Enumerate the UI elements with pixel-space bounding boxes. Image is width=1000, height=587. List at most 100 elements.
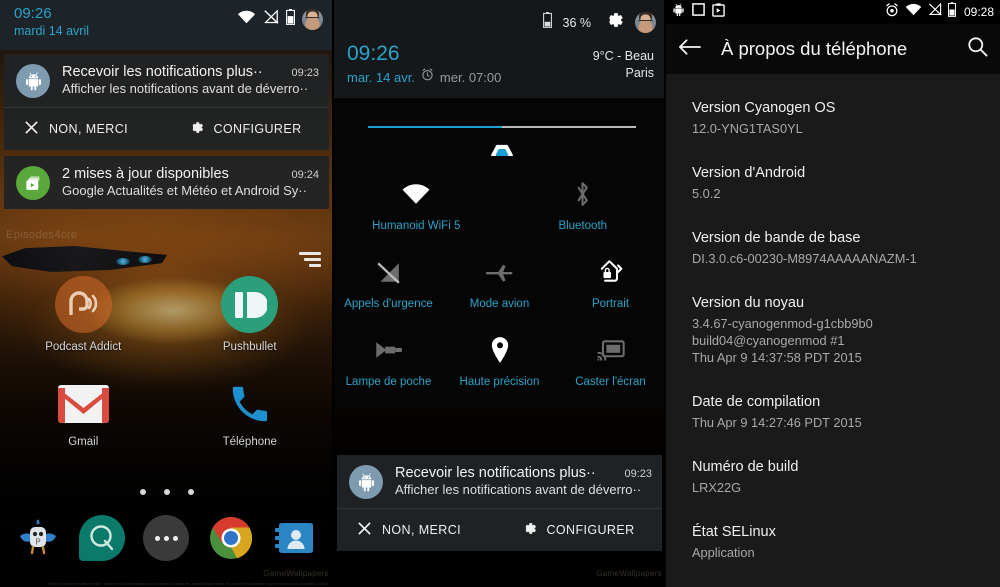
close-icon — [24, 120, 39, 138]
qs-clock-block: 09:26 mar. 14 avr. mer. 07:00 — [347, 42, 501, 86]
qs-date[interactable]: mar. 14 avr. — [347, 70, 415, 85]
dismiss-action-button[interactable]: NON, MERCI — [337, 509, 500, 551]
tile-flashlight[interactable]: Lampe de poche — [333, 324, 444, 402]
quizduell-icon[interactable] — [79, 515, 126, 561]
dismiss-action-button[interactable]: NON, MERCI — [4, 108, 167, 150]
app-gmail[interactable]: Gmail — [0, 375, 167, 448]
app-pushbullet[interactable]: Pushbullet — [167, 276, 334, 353]
svg-text:P: P — [35, 538, 40, 547]
list-item[interactable]: État SELinux Application — [666, 512, 1000, 577]
screenshot-icon — [692, 3, 705, 21]
chrome-icon[interactable] — [208, 515, 254, 561]
panel-divider — [664, 0, 666, 587]
item-label: Version de bande de base — [692, 230, 861, 246]
search-icon[interactable] — [967, 36, 988, 62]
play-store-updates-icon — [16, 166, 50, 200]
list-item[interactable]: Date de compilation Thu Apr 9 14:27:46 P… — [666, 382, 1000, 447]
tile-label: Humanoid WiFi 5 — [372, 220, 461, 232]
notification-actions: NON, MERCI CONFIGURER — [4, 107, 329, 150]
qs-clock[interactable]: 09:26 — [347, 42, 501, 66]
brightness-slider[interactable] — [333, 98, 666, 166]
item-label: Version du noyau — [692, 295, 805, 311]
plume-twitter-icon[interactable]: P — [15, 515, 61, 561]
about-items-list[interactable]: Version Cyanogen OS 12.0-YNG1TAS0YL Vers… — [666, 74, 1000, 587]
system-status-bar: 09:28 — [666, 0, 1000, 24]
home-row: Gmail Téléphone — [0, 375, 333, 448]
quick-settings-tiles: Humanoid WiFi 5 Bluetooth Appels d'urgen… — [333, 156, 666, 408]
notification-text: 2 mises à jour disponibles 09:24 Google … — [62, 166, 319, 198]
flashlight-icon — [374, 334, 403, 366]
app-telephone[interactable]: Téléphone — [167, 375, 334, 448]
list-item[interactable]: Version du noyau 3.4.67-cyanogenmod-g1cb… — [666, 283, 1000, 382]
tile-wifi[interactable]: Humanoid WiFi 5 — [333, 168, 500, 246]
gmail-icon — [55, 375, 112, 432]
page-dot[interactable] — [163, 489, 170, 495]
tile-bluetooth[interactable]: Bluetooth — [500, 168, 667, 246]
panel-notification-shade: Episodes4cre 09:26 mardi 14 avril Recevo… — [0, 0, 333, 587]
battery-icon — [542, 12, 552, 33]
item-value: Application — [692, 545, 755, 560]
android-robot-icon — [16, 64, 50, 98]
gear-icon — [520, 520, 537, 540]
tile-cast-screen[interactable]: Caster l'écran — [555, 324, 666, 402]
three-phone-screenshots: Episodes4cre 09:26 mardi 14 avril Recevo… — [0, 0, 1000, 587]
page-dot[interactable] — [187, 489, 194, 495]
configure-action-button[interactable]: CONFIGURER — [167, 108, 330, 150]
notification-list: Recevoir les notifications plus·· 09:23 … — [0, 50, 333, 209]
list-item[interactable]: Version de bande de base DI.3.0.c6-00230… — [666, 218, 1000, 283]
avatar[interactable] — [302, 9, 323, 30]
item-label: Version Cyanogen OS — [692, 100, 836, 116]
notification-body[interactable]: Recevoir les notifications plus·· 09:23 … — [337, 455, 662, 508]
notification-card[interactable]: 2 mises à jour disponibles 09:24 Google … — [4, 156, 329, 209]
gear-icon[interactable] — [602, 9, 624, 36]
wifi-icon — [237, 10, 256, 29]
app-label: Pushbullet — [222, 341, 277, 353]
qs-status-row: 36 % — [542, 9, 656, 36]
notification-subtitle: Afficher les notifications avant de déve… — [395, 482, 642, 497]
dock: P — [0, 515, 333, 561]
app-bar: À propos du téléphone — [666, 24, 1000, 74]
avatar[interactable] — [635, 12, 656, 33]
app-podcast-addict[interactable]: Podcast Addict — [0, 276, 167, 353]
weather-widget[interactable]: 9°C - Beau Paris — [593, 48, 654, 82]
list-item[interactable]: Version Cyanogen OS 12.0-YNG1TAS0YL — [666, 88, 1000, 153]
item-label: Version d'Android — [692, 165, 806, 181]
quick-settings-header: 36 % 09:26 mar. 14 avr. mer. 07:00 9°C -… — [333, 0, 666, 98]
tile-label: Appels d'urgence — [344, 298, 433, 310]
contacts-icon[interactable] — [272, 515, 318, 561]
notification-body[interactable]: Recevoir les notifications plus·· 09:23 … — [4, 54, 329, 107]
tile-label: Portrait — [591, 298, 630, 310]
notification-body[interactable]: 2 mises à jour disponibles 09:24 Google … — [4, 156, 329, 209]
dismiss-action-label: NON, MERCI — [49, 122, 128, 136]
notification-card[interactable]: Recevoir les notifications plus·· 09:23 … — [337, 455, 662, 551]
configure-action-button[interactable]: CONFIGURER — [500, 509, 663, 551]
configure-action-label: CONFIGURER — [546, 523, 635, 537]
panel-divider — [332, 0, 334, 587]
app-drawer-icon[interactable] — [143, 515, 190, 561]
tile-rotation-lock[interactable]: Portrait — [555, 246, 666, 324]
tile-row: Appels d'urgence Mode avion Portrait — [333, 246, 666, 324]
list-item[interactable]: Version d'Android 5.0.2 — [666, 153, 1000, 218]
wifi-icon — [905, 3, 922, 21]
signal-off-icon — [263, 9, 279, 29]
item-value: 3.4.67-cyanogenmod-g1cbb9b0 build04@cyan… — [692, 316, 873, 365]
qs-alarm-time[interactable]: mer. 07:00 — [440, 70, 501, 85]
tile-airplane-mode[interactable]: Mode avion — [444, 246, 555, 324]
brightness-fill — [368, 126, 502, 128]
tile-emergency-calls[interactable]: Appels d'urgence — [333, 246, 444, 324]
configure-action-label: CONFIGURER — [213, 122, 302, 136]
airplane-icon — [485, 256, 514, 288]
notification-card[interactable]: Recevoir les notifications plus·· 09:23 … — [4, 54, 329, 150]
list-item[interactable]: Numéro de build LRX22G — [666, 447, 1000, 512]
tile-location-mode[interactable]: Haute précision — [444, 324, 555, 402]
wallpaper-watermark: GameWallpapers — [263, 569, 329, 578]
item-value: DI.3.0.c6-00230-M8974AAAAANAZM-1 — [692, 251, 917, 266]
page-dot[interactable] — [139, 489, 146, 495]
back-arrow-icon[interactable] — [678, 37, 701, 62]
status-icons — [237, 9, 323, 30]
app-label: Téléphone — [222, 436, 277, 448]
home-screen-grid: Podcast Addict Pushbullet Gmail Téléphon… — [0, 276, 333, 448]
brightness-track[interactable] — [368, 126, 636, 166]
podcast-addict-icon — [54, 276, 112, 333]
quick-settings-handle[interactable] — [299, 252, 321, 270]
